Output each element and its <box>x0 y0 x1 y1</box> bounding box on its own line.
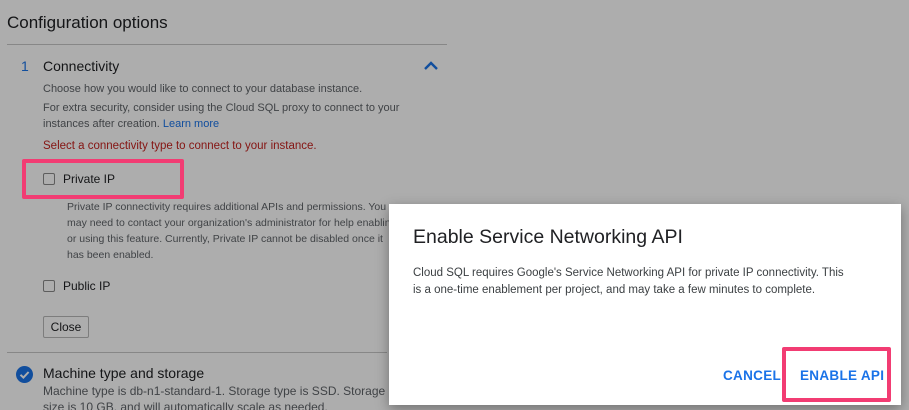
dialog-body: Cloud SQL requires Google's Service Netw… <box>413 267 844 296</box>
enable-api-button[interactable]: ENABLE API <box>800 368 884 383</box>
cancel-button[interactable]: CANCEL <box>723 368 781 383</box>
dialog-title: Enable Service Networking API <box>413 226 683 248</box>
enable-api-dialog: Enable Service Networking API Cloud SQL … <box>389 204 901 405</box>
